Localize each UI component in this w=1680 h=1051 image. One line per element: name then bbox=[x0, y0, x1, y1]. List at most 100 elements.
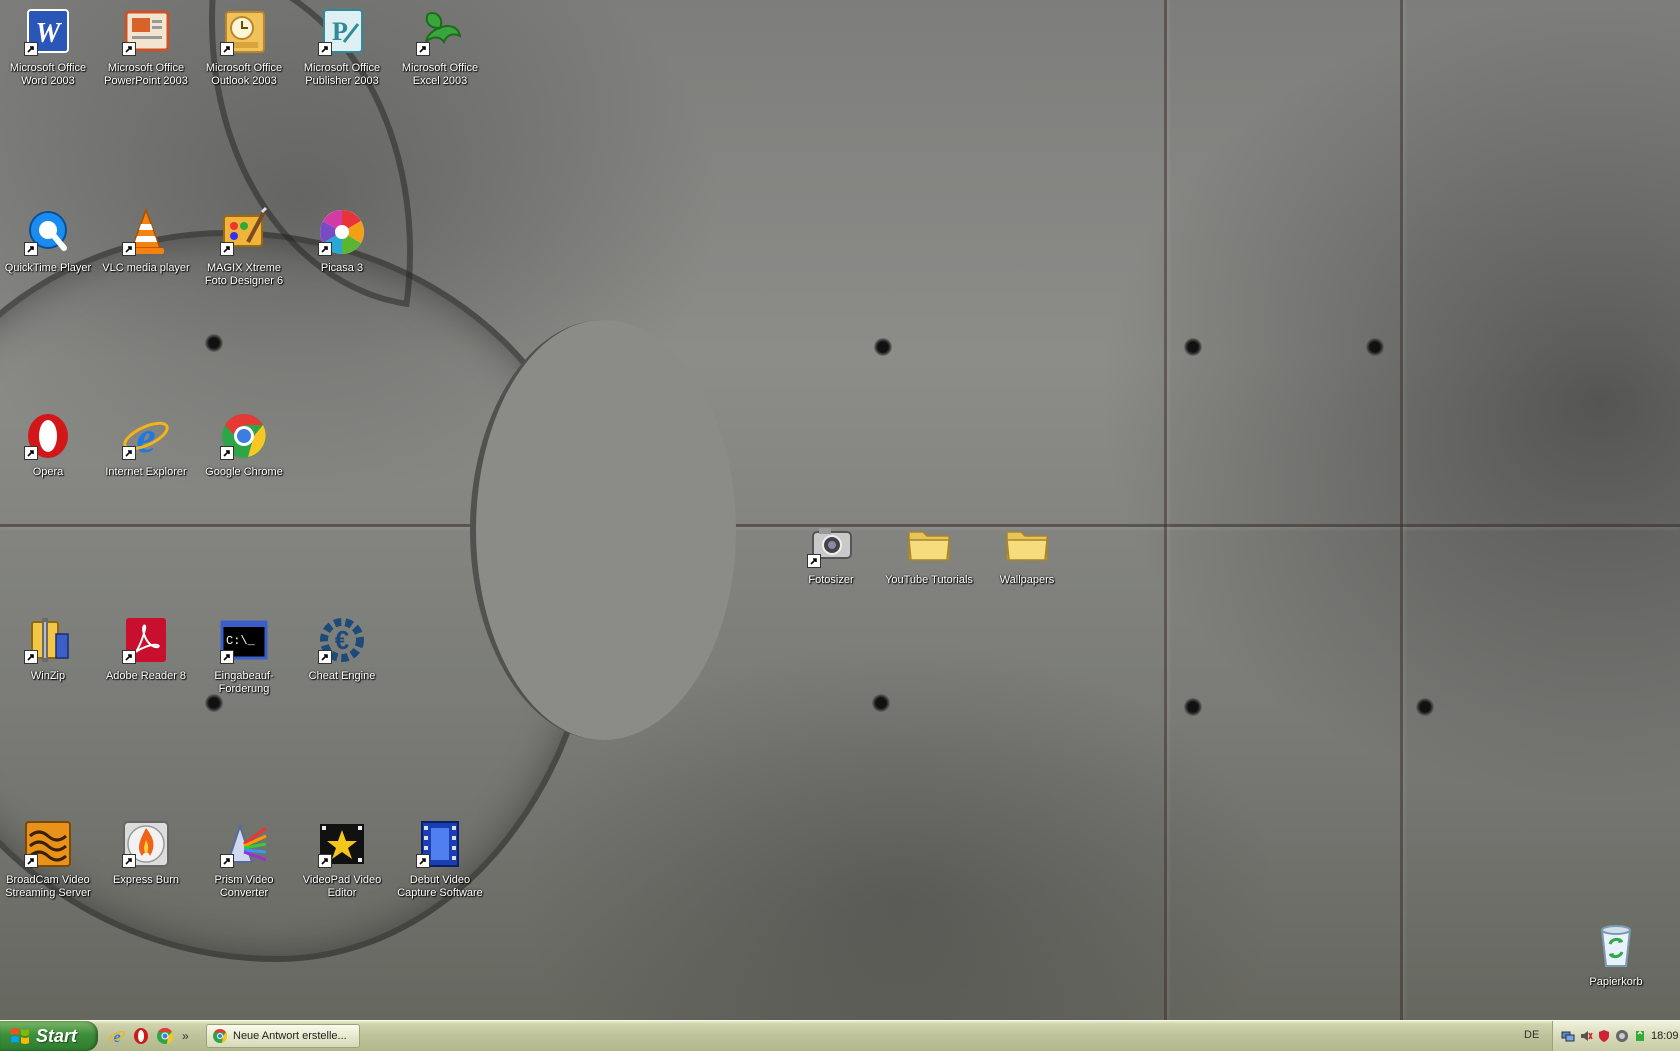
cheat-engine-icon: € bbox=[316, 614, 368, 666]
windows-flag-icon bbox=[11, 1028, 29, 1044]
magix-icon bbox=[218, 206, 270, 258]
wallpaper-apple-bite bbox=[470, 320, 736, 740]
taskbar: Start e » Neue Antwort erstelle... DE 18… bbox=[0, 1020, 1680, 1051]
express-burn-icon bbox=[120, 818, 172, 870]
wallpaper-bolt bbox=[1184, 698, 1202, 716]
desktop-icon-excel[interactable]: Microsoft Office Excel 2003 bbox=[392, 6, 488, 88]
shortcut-arrow-icon bbox=[318, 42, 332, 56]
desktop-icon-fotosizer[interactable]: Fotosizer bbox=[783, 518, 879, 587]
desktop-icon-label: Papierkorb bbox=[1589, 976, 1643, 988]
desktop-icon-picasa[interactable]: Picasa 3 bbox=[294, 206, 390, 275]
desktop-icon-label: Debut Video Capture Software bbox=[397, 874, 483, 899]
desktop-icon-prism[interactable]: Prism Video Converter bbox=[196, 818, 292, 900]
videopad-icon bbox=[316, 818, 368, 870]
volume-icon[interactable] bbox=[1579, 1029, 1593, 1043]
wallpaper-bolt bbox=[872, 694, 890, 712]
shortcut-arrow-icon bbox=[220, 650, 234, 664]
desktop-icon-outlook[interactable]: Microsoft Office Outlook 2003 bbox=[196, 6, 292, 88]
wallpaper-bolt bbox=[1416, 698, 1434, 716]
shortcut-arrow-icon bbox=[24, 650, 38, 664]
shortcut-arrow-icon bbox=[416, 854, 430, 868]
quicklaunch-overflow[interactable]: » bbox=[182, 1029, 189, 1043]
vlc-icon bbox=[120, 206, 172, 258]
quicklaunch-opera[interactable] bbox=[132, 1027, 150, 1045]
desktop-icon-word[interactable]: W Microsoft Office Word 2003 bbox=[0, 6, 96, 88]
desktop-icon-youtube-tutorials[interactable]: YouTube Tutorials bbox=[881, 518, 977, 587]
shortcut-arrow-icon bbox=[24, 242, 38, 256]
folder-icon bbox=[1001, 518, 1053, 570]
desktop-icon-label: VLC media player bbox=[102, 262, 190, 274]
shortcut-arrow-icon bbox=[220, 242, 234, 256]
desktop-icon-chrome[interactable]: Google Chrome bbox=[196, 410, 292, 479]
shortcut-arrow-icon bbox=[122, 42, 136, 56]
desktop-icon-videopad[interactable]: VideoPad Video Editor bbox=[294, 818, 390, 900]
adobe-reader-icon bbox=[120, 614, 172, 666]
desktop-icon-debut[interactable]: Debut Video Capture Software bbox=[392, 818, 488, 900]
desktop-icon-recycle-bin[interactable]: Papierkorb bbox=[1568, 920, 1664, 989]
broadcam-icon bbox=[22, 818, 74, 870]
start-label: Start bbox=[36, 1025, 78, 1046]
wallpaper-bolt bbox=[205, 334, 223, 352]
shortcut-arrow-icon bbox=[807, 554, 821, 568]
desktop-icon-label: Fotosizer bbox=[808, 574, 854, 586]
desktop-icon-label: MAGIX Xtreme Foto Designer 6 bbox=[204, 262, 284, 287]
quicklaunch-chrome[interactable] bbox=[156, 1027, 174, 1045]
desktop-icon-label: Opera bbox=[32, 466, 64, 478]
desktop-icon-quicktime[interactable]: QuickTime Player bbox=[0, 206, 96, 275]
desktop-icon-publisher[interactable]: P Microsoft Office Publisher 2003 bbox=[294, 6, 390, 88]
desktop-icon-command-prompt[interactable]: C:\_ Eingabeauf-Forderung bbox=[196, 614, 292, 696]
wallpaper-bolt bbox=[1366, 338, 1384, 356]
recycle-bin-icon bbox=[1590, 920, 1642, 972]
desktop-icon-cheat-engine[interactable]: € Cheat Engine bbox=[294, 614, 390, 683]
taskbar-window-title: Neue Antwort erstelle... bbox=[233, 1030, 347, 1042]
desktop-icon-broadcam[interactable]: BroadCam Video Streaming Server bbox=[0, 818, 96, 900]
desktop-icon-wallpapers[interactable]: Wallpapers bbox=[979, 518, 1075, 587]
desktop-icon-adobe-reader[interactable]: Adobe Reader 8 bbox=[98, 614, 194, 683]
desktop: W Microsoft Office Word 2003 Microsoft O… bbox=[0, 0, 1680, 1020]
desktop-icon-express-burn[interactable]: Express Burn bbox=[98, 818, 194, 887]
update-icon[interactable] bbox=[1615, 1029, 1629, 1043]
shortcut-arrow-icon bbox=[416, 42, 430, 56]
wallpaper-bolt bbox=[205, 694, 223, 712]
shortcut-arrow-icon bbox=[122, 446, 136, 460]
chrome-icon bbox=[157, 1027, 174, 1044]
desktop-icon-label: YouTube Tutorials bbox=[885, 574, 973, 586]
shortcut-arrow-icon bbox=[122, 242, 136, 256]
shortcut-arrow-icon bbox=[318, 650, 332, 664]
internet-explorer-icon: e bbox=[109, 1029, 125, 1045]
start-button[interactable]: Start bbox=[0, 1021, 98, 1051]
quicklaunch-internet-explorer[interactable]: e bbox=[108, 1027, 126, 1045]
desktop-icon-label: BroadCam Video Streaming Server bbox=[5, 874, 91, 899]
desktop-icon-label: Wallpapers bbox=[999, 574, 1055, 586]
network-icon[interactable] bbox=[1561, 1029, 1575, 1043]
desktop-icon-label: Microsoft Office Word 2003 bbox=[9, 62, 87, 87]
quick-launch-bar: e » bbox=[108, 1026, 189, 1046]
svg-text:C:\_: C:\_ bbox=[226, 634, 256, 648]
desktop-icon-label: WinZip bbox=[30, 670, 66, 682]
opera-icon bbox=[22, 410, 74, 462]
taskbar-window-button[interactable]: Neue Antwort erstelle... bbox=[206, 1024, 360, 1048]
desktop-icon-vlc[interactable]: VLC media player bbox=[98, 206, 194, 275]
desktop-icon-internet-explorer[interactable]: e Internet Explorer bbox=[98, 410, 194, 479]
desktop-icon-label: Picasa 3 bbox=[320, 262, 364, 274]
prism-icon bbox=[218, 818, 270, 870]
safely-remove-icon[interactable] bbox=[1633, 1029, 1647, 1043]
wallpaper-seam bbox=[1164, 0, 1167, 1020]
desktop-icon-opera[interactable]: Opera bbox=[0, 410, 96, 479]
wallpaper-bolt bbox=[1184, 338, 1202, 356]
shortcut-arrow-icon bbox=[24, 446, 38, 460]
desktop-icon-powerpoint[interactable]: Microsoft Office PowerPoint 2003 bbox=[98, 6, 194, 88]
clock[interactable]: 18:09 bbox=[1651, 1030, 1679, 1042]
outlook-icon bbox=[218, 6, 270, 58]
wallpaper-seam bbox=[1400, 0, 1403, 1020]
desktop-icon-label: Internet Explorer bbox=[105, 466, 187, 478]
language-indicator[interactable]: DE bbox=[1524, 1029, 1539, 1041]
shortcut-arrow-icon bbox=[318, 242, 332, 256]
desktop-icon-winzip[interactable]: WinZip bbox=[0, 614, 96, 683]
svg-text:e: e bbox=[136, 413, 156, 462]
shortcut-arrow-icon bbox=[24, 854, 38, 868]
picasa-icon bbox=[316, 206, 368, 258]
security-icon[interactable] bbox=[1597, 1029, 1611, 1043]
desktop-icon-magix[interactable]: MAGIX Xtreme Foto Designer 6 bbox=[196, 206, 292, 288]
word-icon: W bbox=[22, 6, 74, 58]
